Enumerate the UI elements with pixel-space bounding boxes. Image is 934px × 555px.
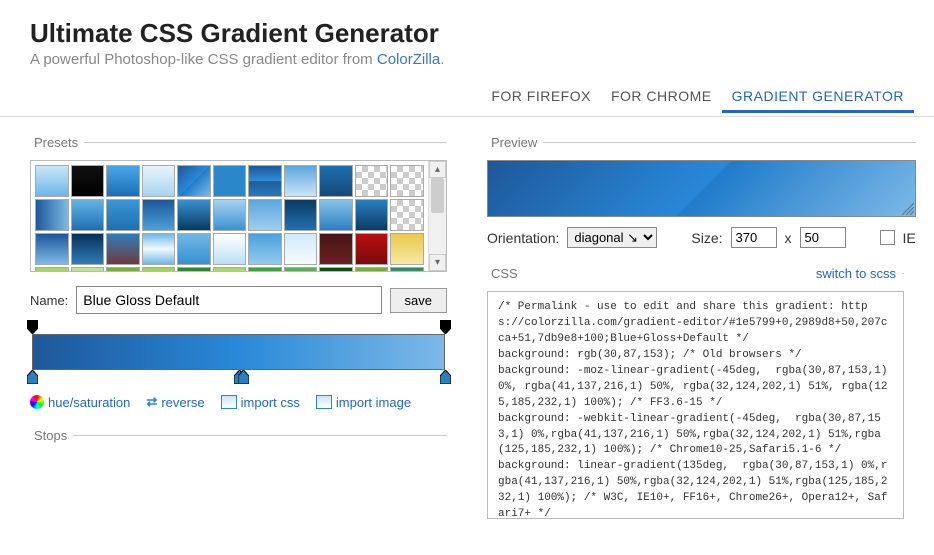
color-stop-handle[interactable]	[440, 370, 451, 384]
save-button[interactable]: save	[390, 288, 447, 313]
preset-swatch[interactable]	[248, 165, 282, 197]
import-css-icon	[221, 395, 237, 409]
size-height-input[interactable]	[800, 227, 846, 248]
preset-swatch[interactable]	[213, 199, 247, 231]
preset-swatch[interactable]	[355, 267, 389, 271]
preset-swatch[interactable]	[319, 165, 353, 197]
preset-swatch[interactable]	[177, 267, 211, 271]
preset-swatch[interactable]	[248, 267, 282, 271]
scroll-down-button[interactable]: ▾	[429, 254, 446, 271]
preset-swatch[interactable]	[284, 267, 318, 271]
preset-swatch[interactable]	[284, 165, 318, 197]
tab-gradient-generator[interactable]: GRADIENT GENERATOR	[722, 84, 914, 113]
preset-swatch[interactable]	[213, 233, 247, 265]
color-stop-handle[interactable]	[238, 370, 249, 384]
preset-swatch[interactable]	[355, 233, 389, 265]
scroll-up-button[interactable]: ▴	[429, 161, 446, 178]
preset-swatch[interactable]	[319, 267, 353, 271]
opacity-stop-handle[interactable]	[440, 320, 451, 334]
preset-swatch[interactable]	[213, 165, 247, 197]
stops-legend: Stops	[30, 428, 73, 443]
preset-swatch[interactable]	[142, 165, 176, 197]
preset-swatch[interactable]	[390, 165, 424, 197]
preset-swatch[interactable]	[390, 233, 424, 265]
preset-swatch[interactable]	[177, 199, 211, 231]
opacity-stop-handle[interactable]	[27, 320, 38, 334]
preset-swatch[interactable]	[35, 165, 69, 197]
import-css-action[interactable]: import css	[221, 394, 300, 410]
preset-swatch[interactable]	[284, 199, 318, 231]
import-image-action[interactable]: import image	[316, 394, 411, 410]
reverse-icon: ⇄	[146, 394, 157, 410]
preset-swatch[interactable]	[71, 165, 105, 197]
preset-swatch[interactable]	[177, 165, 211, 197]
resize-grip-icon[interactable]	[902, 203, 914, 215]
preset-swatch[interactable]	[284, 233, 318, 265]
preset-swatch[interactable]	[355, 199, 389, 231]
page-title: Ultimate CSS Gradient Generator	[30, 18, 904, 49]
css-output[interactable]: /* Permalink - use to edit and share thi…	[487, 291, 904, 519]
css-legend: CSS	[491, 266, 518, 281]
gradient-bar[interactable]	[32, 334, 445, 370]
tab-for-firefox[interactable]: FOR FIREFOX	[481, 84, 601, 110]
preset-swatch[interactable]	[248, 233, 282, 265]
page-subtitle: A powerful Photoshop-like CSS gradient e…	[30, 51, 904, 68]
preset-swatch[interactable]	[319, 199, 353, 231]
orientation-select[interactable]: diagonal ↘	[567, 227, 657, 248]
preset-swatch[interactable]	[177, 233, 211, 265]
preset-swatch[interactable]	[142, 199, 176, 231]
hue-saturation-action[interactable]: hue/saturation	[30, 394, 130, 410]
tab-bar: FOR FIREFOXFOR CHROMEGRADIENT GENERATOR	[0, 76, 934, 117]
preset-swatch[interactable]	[71, 199, 105, 231]
preset-swatch[interactable]	[390, 199, 424, 231]
preset-swatch[interactable]	[35, 267, 69, 271]
size-width-input[interactable]	[731, 227, 777, 248]
preset-swatch[interactable]	[71, 267, 105, 271]
preview-box	[487, 160, 916, 217]
orientation-label: Orientation:	[487, 230, 559, 246]
preview-legend: Preview	[487, 135, 543, 150]
preset-swatch[interactable]	[213, 267, 247, 271]
import-image-icon	[316, 395, 332, 409]
presets-scrollbar[interactable]: ▴ ▾	[428, 161, 446, 271]
presets-box: ▴ ▾	[30, 160, 447, 272]
preset-swatch[interactable]	[319, 233, 353, 265]
ie-checkbox[interactable]	[880, 230, 895, 245]
preset-swatch[interactable]	[355, 165, 389, 197]
preset-swatch[interactable]	[106, 199, 140, 231]
hue-icon	[30, 395, 44, 409]
preset-swatch[interactable]	[35, 233, 69, 265]
preset-swatch[interactable]	[390, 267, 424, 271]
ie-label: IE	[903, 230, 916, 246]
preset-swatch[interactable]	[106, 233, 140, 265]
preset-name-input[interactable]	[76, 286, 381, 314]
preset-swatch[interactable]	[35, 199, 69, 231]
preset-swatch[interactable]	[106, 267, 140, 271]
tab-for-chrome[interactable]: FOR CHROME	[601, 84, 722, 110]
preset-swatch[interactable]	[142, 267, 176, 271]
reverse-action[interactable]: ⇄ reverse	[146, 394, 204, 410]
preset-swatch[interactable]	[71, 233, 105, 265]
size-x: x	[785, 230, 792, 246]
size-label: Size:	[691, 230, 722, 246]
scroll-thumb[interactable]	[431, 178, 444, 213]
gradient-slider[interactable]	[32, 334, 445, 370]
color-stop-handle[interactable]	[27, 370, 38, 384]
switch-to-scss-link[interactable]: switch to scss	[816, 266, 896, 281]
colorzilla-link[interactable]: ColorZilla	[377, 51, 440, 68]
preset-swatch[interactable]	[142, 233, 176, 265]
name-label: Name:	[30, 293, 68, 308]
preset-swatch[interactable]	[106, 165, 140, 197]
presets-legend: Presets	[30, 135, 84, 150]
preset-swatch[interactable]	[248, 199, 282, 231]
